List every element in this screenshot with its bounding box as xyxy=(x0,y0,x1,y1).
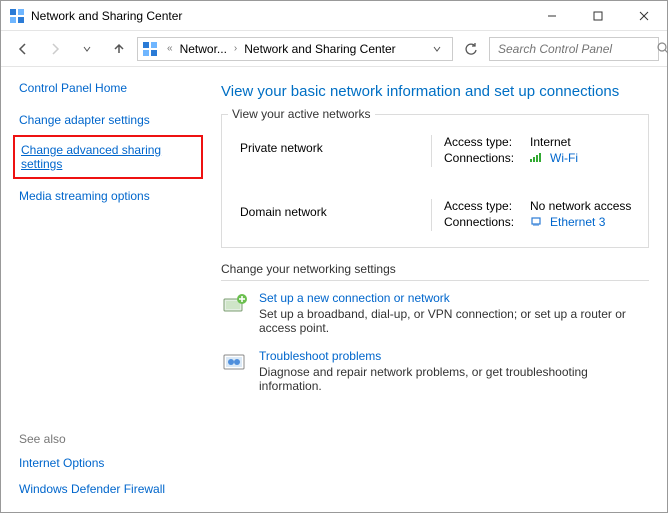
access-type-label: Access type: xyxy=(444,199,524,213)
action-troubleshoot: Troubleshoot problems Diagnose and repai… xyxy=(221,349,649,393)
change-adapter-settings-link[interactable]: Change adapter settings xyxy=(19,113,199,127)
network-row-domain: Domain network Access type: No network a… xyxy=(236,177,638,241)
recent-dropdown[interactable] xyxy=(73,35,101,63)
forward-button[interactable] xyxy=(41,35,69,63)
network-name: Private network xyxy=(240,135,419,155)
wifi-connection-link[interactable]: Wi-Fi xyxy=(550,151,578,165)
navbar: « Networ... › Network and Sharing Center xyxy=(1,31,667,67)
connections-label: Connections: xyxy=(444,151,524,165)
action-setup-connection: Set up a new connection or network Set u… xyxy=(221,291,649,335)
maximize-button[interactable] xyxy=(575,1,621,31)
action-body: Troubleshoot problems Diagnose and repai… xyxy=(259,349,649,393)
app-icon xyxy=(9,8,25,24)
divider xyxy=(221,280,649,281)
divider xyxy=(431,199,432,231)
change-advanced-sharing-link[interactable]: Change advanced sharing settings xyxy=(21,143,195,171)
search-input[interactable] xyxy=(496,41,657,57)
breadcrumb-seg-1[interactable]: Networ... xyxy=(178,42,229,56)
titlebar: Network and Sharing Center xyxy=(1,1,667,31)
minimize-button[interactable] xyxy=(529,1,575,31)
breadcrumb-dropdown[interactable] xyxy=(426,44,448,54)
search-box[interactable] xyxy=(489,37,659,61)
windows-firewall-link[interactable]: Windows Defender Firewall xyxy=(19,482,199,496)
sidebar: Control Panel Home Change adapter settin… xyxy=(1,67,211,512)
window-title: Network and Sharing Center xyxy=(31,9,529,23)
highlighted-link-box: Change advanced sharing settings xyxy=(13,135,203,179)
troubleshoot-icon xyxy=(221,349,249,377)
breadcrumb-seg-2[interactable]: Network and Sharing Center xyxy=(242,42,397,56)
breadcrumb[interactable]: « Networ... › Network and Sharing Center xyxy=(137,37,453,61)
setup-connection-link[interactable]: Set up a new connection or network xyxy=(259,291,649,305)
connections-label: Connections: xyxy=(444,215,524,229)
refresh-button[interactable] xyxy=(457,37,485,61)
network-name: Domain network xyxy=(240,199,419,219)
troubleshoot-desc: Diagnose and repair network problems, or… xyxy=(259,365,649,393)
access-type-label: Access type: xyxy=(444,135,524,149)
change-settings-header: Change your networking settings xyxy=(221,262,649,276)
main-panel: View your basic network information and … xyxy=(211,67,667,512)
setup-connection-icon xyxy=(221,291,249,319)
network-row-private: Private network Access type: Internet Co… xyxy=(236,125,638,177)
page-heading: View your basic network information and … xyxy=(221,83,649,100)
network-details: Access type: Internet Connections: Wi-Fi xyxy=(444,135,634,167)
active-networks-group: View your active networks Private networ… xyxy=(221,114,649,248)
action-body: Set up a new connection or network Set u… xyxy=(259,291,649,335)
divider xyxy=(431,135,432,167)
media-streaming-link[interactable]: Media streaming options xyxy=(19,189,199,203)
content-area: Control Panel Home Change adapter settin… xyxy=(1,67,667,512)
active-networks-legend: View your active networks xyxy=(228,107,375,121)
chevron-right-icon: › xyxy=(231,43,240,54)
network-details: Access type: No network access Connectio… xyxy=(444,199,634,231)
window-controls xyxy=(529,1,667,31)
search-icon xyxy=(657,42,668,55)
up-button[interactable] xyxy=(105,35,133,63)
ethernet-icon xyxy=(530,215,544,229)
close-button[interactable] xyxy=(621,1,667,31)
access-type-value: Internet xyxy=(530,135,571,149)
access-type-value: No network access xyxy=(530,199,631,213)
setup-connection-desc: Set up a broadband, dial-up, or VPN conn… xyxy=(259,307,649,335)
see-also-header: See also xyxy=(19,432,199,446)
breadcrumb-icon xyxy=(142,41,158,57)
chevron-left-icon: « xyxy=(164,43,176,54)
control-panel-home-link[interactable]: Control Panel Home xyxy=(19,81,199,95)
ethernet-connection-link[interactable]: Ethernet 3 xyxy=(550,215,605,229)
troubleshoot-link[interactable]: Troubleshoot problems xyxy=(259,349,649,363)
internet-options-link[interactable]: Internet Options xyxy=(19,456,199,470)
wifi-signal-icon xyxy=(530,151,544,165)
back-button[interactable] xyxy=(9,35,37,63)
